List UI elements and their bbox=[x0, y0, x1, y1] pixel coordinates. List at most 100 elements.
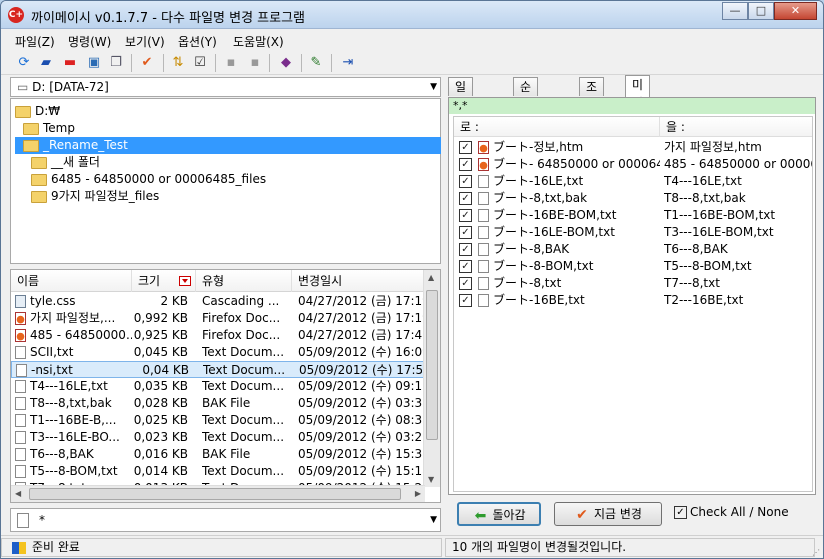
column-modified[interactable]: 변경일시 bbox=[292, 270, 425, 292]
menu-help[interactable]: 도움말(X) bbox=[233, 33, 284, 50]
book-icon[interactable]: ◆ bbox=[277, 54, 295, 72]
file-name: -nsi,txt bbox=[31, 363, 73, 377]
column-type[interactable]: 유형 bbox=[196, 270, 292, 292]
file-list: 이름 크기 유형 변경일시 tyle.css 2 KB Cascading ... 0… bbox=[10, 269, 441, 503]
menu-file[interactable]: 파일(Z) bbox=[15, 33, 55, 50]
list-item[interactable]: ✓ ブート- 64850000 or 000064,... 485 - 648500… bbox=[454, 156, 812, 173]
tree-item-label: 6485 - 64850000 or 00006485_files bbox=[51, 172, 267, 186]
save-icon[interactable]: ▰ bbox=[37, 54, 55, 72]
text-file-icon bbox=[478, 192, 489, 205]
sort-icon[interactable]: ⇅ bbox=[169, 54, 187, 72]
close-button[interactable]: ✕ bbox=[774, 2, 817, 20]
table-row[interactable]: T4---16LE,txt 0,035 KB Text Docum... 05/09/… bbox=[11, 378, 425, 395]
drive-select[interactable]: ▭ D: [DATA-72] ▼ bbox=[10, 77, 441, 97]
tab-condition[interactable]: 조건 1 bbox=[579, 77, 605, 130]
scroll-right-icon[interactable]: ▶ bbox=[415, 489, 421, 498]
checklist-icon[interactable]: ☑ bbox=[191, 54, 209, 72]
chevron-down-icon[interactable]: ▼ bbox=[430, 509, 437, 531]
table-row[interactable]: 485 - 64850000... 0,925 KB Firefox Doc... 0… bbox=[11, 327, 425, 344]
scroll-thumb[interactable] bbox=[29, 488, 401, 500]
folder-icon bbox=[31, 173, 47, 186]
exit-icon[interactable]: ⇥ bbox=[339, 54, 357, 72]
checkbox-icon[interactable]: ✓ bbox=[459, 294, 472, 307]
apply-button[interactable]: ✔ 지금 변경 bbox=[554, 502, 662, 526]
preview-icon[interactable]: ▣ bbox=[85, 54, 103, 72]
app-window: C+ 까이메이시 v0.1.7.7 - 다수 파일명 변경 프로그램 — □ ✕… bbox=[0, 0, 824, 559]
column-to[interactable]: 을 : bbox=[659, 117, 685, 137]
checkbox-icon[interactable]: ✓ bbox=[459, 260, 472, 273]
tab-preview[interactable]: 미리보기 bbox=[625, 75, 651, 146]
menu-options[interactable]: 옵션(Y) bbox=[178, 33, 217, 50]
scroll-left-icon[interactable]: ◀ bbox=[15, 489, 21, 498]
list-item[interactable]: ✓ ブート-8,BAK T6---8,BAK bbox=[454, 241, 812, 258]
list-item[interactable]: ✓ ブート-16LE-BOM,txt T3---16LE-BOM,txt bbox=[454, 224, 812, 241]
checkbox-icon[interactable]: ✓ bbox=[674, 506, 687, 519]
list-item[interactable]: ✓ ブート-정보,htm 가지 파일정보,htm bbox=[454, 139, 812, 156]
column-size[interactable]: 크기 bbox=[132, 270, 196, 292]
preview-from: ブート-16LE,txt bbox=[493, 174, 584, 188]
check-icon[interactable]: ✔ bbox=[138, 54, 156, 72]
copy-icon[interactable]: ❐ bbox=[107, 54, 125, 72]
file-list-vscroll[interactable]: ▲ ▼ bbox=[423, 270, 440, 487]
checkbox-icon[interactable]: ✓ bbox=[459, 243, 472, 256]
tree-item-drive[interactable]: D:₩ bbox=[15, 103, 60, 120]
tree-item-rename-test[interactable]: _Rename_Test bbox=[15, 137, 441, 154]
list-item[interactable]: ✓ ブート-8-BOM,txt T5---8-BOM,txt bbox=[454, 258, 812, 275]
column-name[interactable]: 이름 bbox=[11, 270, 132, 292]
checkbox-icon[interactable]: ✓ bbox=[459, 158, 472, 171]
tab-sequential[interactable]: 순차 변경 bbox=[513, 77, 539, 148]
title-bar[interactable]: C+ 까이메이시 v0.1.7.7 - 다수 파일명 변경 프로그램 — □ ✕ bbox=[1, 1, 823, 29]
tab-general[interactable]: 일반 변경 bbox=[448, 77, 474, 148]
maximize-button[interactable]: □ bbox=[748, 2, 774, 20]
table-row[interactable]: T1---16BE-B,... 0,025 KB Text Docum... 05/0… bbox=[11, 412, 425, 429]
list-item[interactable]: ✓ ブート-16BE,txt T2---16BE,txt bbox=[454, 292, 812, 309]
disk-icon[interactable]: ▪ bbox=[222, 54, 240, 72]
list-item[interactable]: ✓ ブート-8,txt T7---8,txt bbox=[454, 275, 812, 292]
file-filter-select[interactable]: * ▼ bbox=[10, 508, 441, 532]
table-row[interactable]: T5---8-BOM,txt 0,014 KB Text Docum... 05/09… bbox=[11, 463, 425, 480]
scroll-down-icon[interactable]: ▼ bbox=[428, 475, 434, 484]
minimize-button[interactable]: — bbox=[722, 2, 748, 20]
tree-item-9info[interactable]: 9가지 파일정보_files bbox=[31, 188, 159, 205]
table-row[interactable]: -nsi,txt 0,04 KB Text Docum... 05/09/2012 (… bbox=[11, 361, 426, 378]
tree-item-label: D:₩ bbox=[35, 104, 61, 118]
list-item[interactable]: ✓ ブート-16LE,txt T4---16LE,txt bbox=[454, 173, 812, 190]
checkbox-icon[interactable]: ✓ bbox=[459, 226, 472, 239]
tree-item-6485[interactable]: 6485 - 64850000 or 00006485_files bbox=[31, 171, 266, 188]
menu-command[interactable]: 명령(W) bbox=[68, 33, 111, 50]
resize-grip-icon[interactable]: ⋰ bbox=[812, 548, 820, 557]
preview-to: T8---8,txt,bak bbox=[664, 191, 746, 205]
tree-item-temp[interactable]: Temp bbox=[23, 120, 75, 137]
text-file-icon bbox=[15, 465, 26, 478]
table-row[interactable]: SCII,txt 0,045 KB Text Docum... 05/09/2012 … bbox=[11, 344, 425, 361]
checkbox-icon[interactable]: ✓ bbox=[459, 277, 472, 290]
checkbox-icon[interactable]: ✓ bbox=[459, 175, 472, 188]
remove-icon[interactable]: ▬ bbox=[61, 54, 79, 72]
table-row[interactable]: T3---16LE-BO... 0,023 KB Text Docum... 05/0… bbox=[11, 429, 425, 446]
file-name: 가지 파일정보,... bbox=[30, 311, 116, 325]
checkbox-icon[interactable]: ✓ bbox=[459, 141, 472, 154]
file-list-hscroll[interactable]: ◀ ▶ bbox=[11, 485, 425, 502]
menu-view[interactable]: 보기(V) bbox=[125, 33, 165, 50]
table-row[interactable]: T8---8,txt,bak 0,028 KB BAK File 05/09/2012… bbox=[11, 395, 425, 412]
checkbox-icon[interactable]: ✓ bbox=[459, 192, 472, 205]
file-size: 0,992 KB bbox=[133, 311, 188, 325]
chevron-down-icon[interactable]: ▼ bbox=[430, 78, 437, 96]
tree-item-new-folder[interactable]: __새 폴더 bbox=[31, 154, 100, 171]
text-file-icon bbox=[15, 414, 26, 427]
refresh-icon[interactable]: ⟳ bbox=[15, 54, 33, 72]
scroll-thumb[interactable] bbox=[426, 290, 438, 440]
list-item[interactable]: ✓ ブート-16BE-BOM,txt T1---16BE-BOM,txt bbox=[454, 207, 812, 224]
table-row[interactable]: tyle.css 2 KB Cascading ... 04/27/2012 (금) … bbox=[11, 293, 425, 310]
folder-icon bbox=[15, 105, 31, 118]
scroll-up-icon[interactable]: ▲ bbox=[428, 273, 434, 282]
table-row[interactable]: T6---8,BAK 0,016 KB BAK File 05/09/2012 (수)… bbox=[11, 446, 425, 463]
column-from[interactable]: 로 : bbox=[454, 117, 479, 137]
list-item[interactable]: ✓ ブート-8,txt,bak T8---8,txt,bak bbox=[454, 190, 812, 207]
disk-icon[interactable]: ▪ bbox=[246, 54, 264, 72]
tools-icon[interactable]: ✎ bbox=[307, 54, 325, 72]
checkbox-icon[interactable]: ✓ bbox=[459, 209, 472, 222]
back-button[interactable]: ⬅ 돌아감 bbox=[457, 502, 541, 526]
check-all-toggle[interactable]: ✓ Check All / None bbox=[674, 505, 789, 519]
table-row[interactable]: 가지 파일정보,... 0,992 KB Firefox Doc... 04/27/2… bbox=[11, 310, 425, 327]
